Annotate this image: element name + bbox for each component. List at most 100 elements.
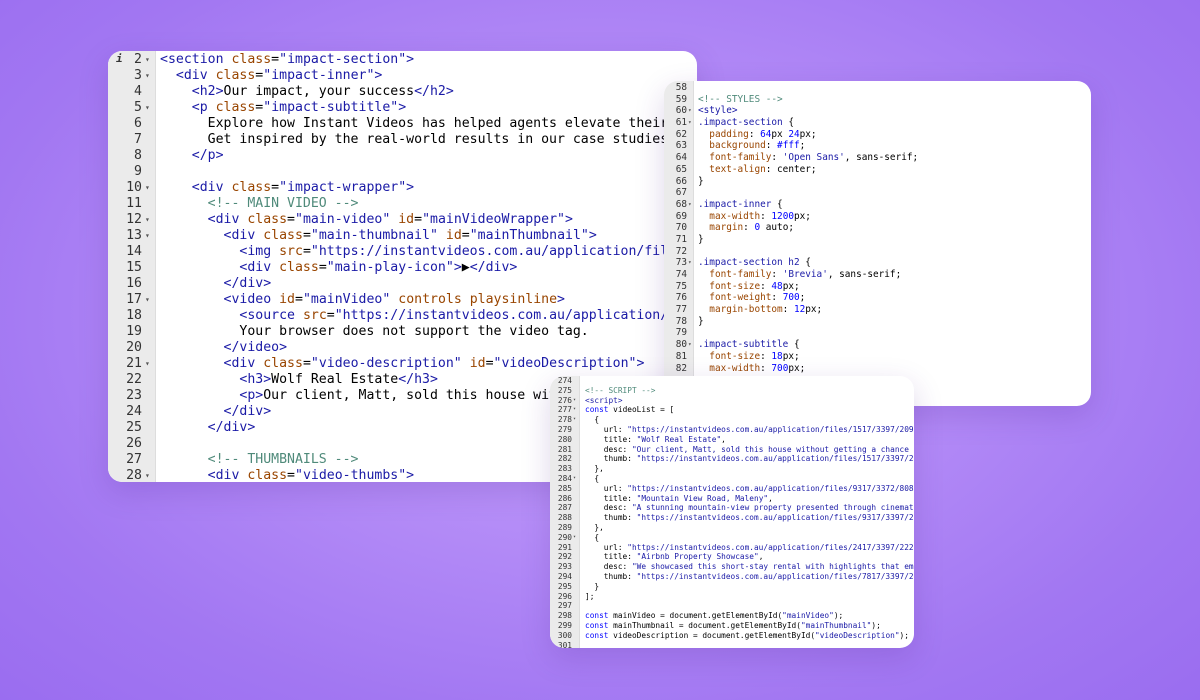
code-text[interactable]: <section class="impact-section"> (160, 52, 414, 68)
code-text[interactable]: font-family: 'Brevia', sans-serif; (698, 269, 901, 281)
fold-arrow-icon[interactable]: ▾ (145, 180, 150, 196)
code-text[interactable]: Get inspired by the real-world results i… (160, 132, 676, 148)
code-line[interactable]: 71} (664, 234, 1091, 246)
code-text[interactable]: const videoList = [ (585, 405, 674, 415)
code-line[interactable]: 301 (550, 641, 914, 648)
code-line[interactable]: 290 ▾ { (550, 533, 914, 543)
code-text[interactable]: <div class="impact-wrapper"> (160, 180, 414, 196)
fold-arrow-icon[interactable]: ▾ (145, 356, 150, 372)
code-line[interactable]: 295 } (550, 582, 914, 592)
code-text[interactable]: margin-bottom: 12px; (698, 304, 822, 316)
code-text[interactable]: desc: "A stunning mountain-view property… (585, 503, 914, 513)
code-text[interactable]: font-size: 48px; (698, 281, 799, 293)
code-line[interactable]: 59 <!-- STYLES --> (664, 94, 1091, 106)
code-line[interactable]: 20 </video> (108, 340, 697, 356)
css-editor-panel[interactable]: 58 59 <!-- STYLES --> 60 ▾ <style> 61 ▾ .impact-… (664, 81, 1091, 406)
code-text[interactable]: <source src="https://instantvideos.com.a… (160, 308, 697, 324)
code-text[interactable]: } (698, 176, 704, 188)
code-text[interactable]: const mainVideo = document.getElementByI… (585, 611, 843, 621)
css-editor-lines[interactable]: 58 59 <!-- STYLES --> 60 ▾ <style> 61 ▾ .impact-… (664, 82, 1091, 374)
code-text[interactable]: <img src="https://instantvideos.com.au/a… (160, 244, 697, 260)
code-line[interactable]: 77 margin-bottom: 12px; (664, 304, 1091, 316)
code-line[interactable]: 296]; (550, 592, 914, 602)
code-line[interactable]: 280 title: "Wolf Real Estate", (550, 435, 914, 445)
code-line[interactable]: 288 thumb: "https://instantvideos.com.au… (550, 513, 914, 523)
code-line[interactable]: 277 ▾ const videoList = [ (550, 405, 914, 415)
code-text[interactable]: .impact-section { (698, 117, 794, 129)
code-line[interactable]: 62 padding: 64px 24px; (664, 129, 1091, 141)
code-text[interactable]: thumb: "https://instantvideos.com.au/app… (585, 572, 914, 582)
code-text[interactable]: <p class="impact-subtitle"> (160, 100, 406, 116)
fold-arrow-icon[interactable]: ▾ (573, 405, 576, 415)
code-line[interactable]: 289 }, (550, 523, 914, 533)
code-text[interactable]: Explore how Instant Videos has helped ag… (160, 116, 697, 132)
code-line[interactable]: 65 text-align: center; (664, 164, 1091, 176)
code-line[interactable]: 70 margin: 0 auto; (664, 222, 1091, 234)
code-line[interactable]: 6 Explore how Instant Videos has helped … (108, 116, 697, 132)
code-line[interactable]: 67 (664, 187, 1091, 199)
code-text[interactable]: thumb: "https://instantvideos.com.au/app… (585, 513, 914, 523)
fold-arrow-icon[interactable]: ▾ (145, 468, 150, 482)
code-text[interactable]: ]; (585, 592, 594, 602)
code-line[interactable]: 58 (664, 82, 1091, 94)
code-text[interactable]: <!-- STYLES --> (698, 94, 783, 106)
fold-arrow-icon[interactable]: ▾ (145, 68, 150, 84)
code-line[interactable]: 3 ▾ <div class="impact-inner"> (108, 68, 697, 84)
code-text[interactable]: title: "Mountain View Road, Maleny", (585, 494, 773, 504)
code-line[interactable]: 21 ▾ <div class="video-description" id="v… (108, 356, 697, 372)
code-text[interactable]: margin: 0 auto; (698, 222, 794, 234)
code-line[interactable]: 282 thumb: "https://instantvideos.com.au… (550, 454, 914, 464)
code-line[interactable]: 18 <source src="https://instantvideos.co… (108, 308, 697, 324)
code-line[interactable]: 78} (664, 316, 1091, 328)
fold-arrow-icon[interactable]: ▾ (688, 105, 692, 117)
code-line[interactable]: 298 const mainVideo = document.getElement… (550, 611, 914, 621)
fold-arrow-icon[interactable]: ▾ (145, 292, 150, 308)
code-line[interactable]: 299 const mainThumbnail = document.getEle… (550, 621, 914, 631)
code-text[interactable]: }, (585, 464, 603, 474)
code-text[interactable]: </div> (160, 276, 272, 292)
code-line[interactable]: 7 Get inspired by the real-world results… (108, 132, 697, 148)
code-line[interactable]: 63 background: #fff; (664, 140, 1091, 152)
code-text[interactable]: desc: "Our client, Matt, sold this house… (585, 445, 914, 455)
code-line[interactable]: 73 ▾ .impact-section h2 { (664, 257, 1091, 269)
code-text[interactable]: .impact-subtitle { (698, 339, 800, 351)
code-text[interactable]: const mainThumbnail = document.getElemen… (585, 621, 881, 631)
code-line[interactable]: 79 (664, 327, 1091, 339)
code-text[interactable]: <video id="mainVideo" controls playsinli… (160, 292, 565, 308)
fold-arrow-icon[interactable]: ▾ (573, 415, 576, 425)
code-text[interactable]: title: "Airbnb Property Showcase", (585, 552, 764, 562)
code-line[interactable]: 14 <img src="https://instantvideos.com.a… (108, 244, 697, 260)
code-text[interactable]: background: #fff; (698, 140, 805, 152)
code-line[interactable]: 80 ▾ .impact-subtitle { (664, 339, 1091, 351)
code-text[interactable]: { (585, 533, 599, 543)
code-text[interactable]: <script> (585, 396, 623, 406)
code-line[interactable]: 10 ▾ <div class="impact-wrapper"> (108, 180, 697, 196)
code-line[interactable]: 274 (550, 376, 914, 386)
fold-arrow-icon[interactable]: ▾ (573, 474, 576, 484)
code-line[interactable]: 292 title: "Airbnb Property Showcase", (550, 552, 914, 562)
fold-arrow-icon[interactable]: ▾ (573, 396, 576, 406)
code-line[interactable]: 276 ▾ <script> (550, 396, 914, 406)
code-line[interactable]: 82 max-width: 700px; (664, 363, 1091, 375)
fold-arrow-icon[interactable]: ▾ (688, 257, 692, 269)
code-text[interactable]: title: "Wolf Real Estate", (585, 435, 726, 445)
code-text[interactable]: Your browser does not support the video … (160, 324, 588, 340)
code-text[interactable]: <div class="main-thumbnail" id="mainThum… (160, 228, 597, 244)
code-line[interactable]: 74 font-family: 'Brevia', sans-serif; (664, 269, 1091, 281)
code-line[interactable]: 11 <!-- MAIN VIDEO --> (108, 196, 697, 212)
code-text[interactable]: <h2>Our impact, your success</h2> (160, 84, 454, 100)
code-text[interactable]: </div> (160, 420, 256, 436)
code-line[interactable]: 16 </div> (108, 276, 697, 292)
code-text[interactable]: <div class="video-thumbs"> (160, 468, 414, 482)
code-text[interactable]: <!-- THUMBNAILS --> (160, 452, 359, 468)
code-text[interactable]: .impact-inner { (698, 199, 783, 211)
fold-arrow-icon[interactable]: ▾ (145, 100, 150, 116)
code-line[interactable]: 66} (664, 176, 1091, 188)
code-text[interactable]: const videoDescription = document.getEle… (585, 631, 909, 641)
code-text[interactable]: <div class="main-play-icon">▶</div> (160, 260, 517, 276)
code-text[interactable]: padding: 64px 24px; (698, 129, 816, 141)
code-line[interactable]: 19 Your browser does not support the vid… (108, 324, 697, 340)
js-editor-lines[interactable]: 274 275 <!-- SCRIPT --> 276 ▾ <script> 277 ▾ con… (550, 376, 914, 648)
code-text[interactable]: <p>Our client, Matt, sold this house wit… (160, 388, 588, 404)
code-text[interactable]: } (698, 234, 704, 246)
